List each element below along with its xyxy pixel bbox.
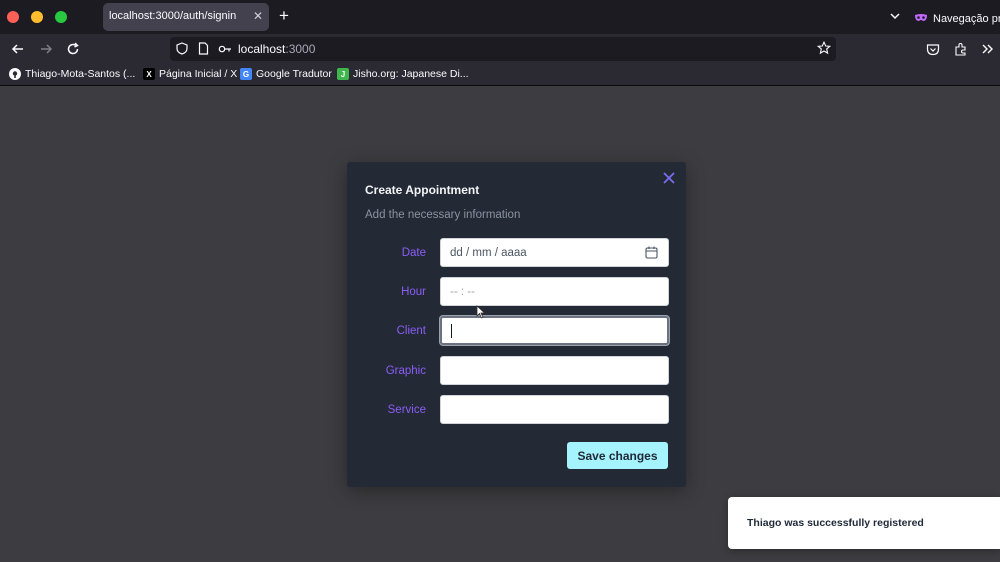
browser-tab[interactable]: localhost:3000/auth/signin ✕	[103, 3, 269, 31]
hour-label: Hour	[401, 286, 426, 298]
github-icon	[9, 68, 21, 80]
toast-message: Thiago was successfully registered	[747, 517, 924, 529]
success-toast[interactable]: Thiago was successfully registered	[728, 497, 1000, 549]
window-maximize-button[interactable]	[55, 11, 67, 23]
private-browsing-indicator: Navegação privada	[914, 10, 1000, 28]
google-translate-icon: G	[240, 68, 252, 80]
page-icon[interactable]	[198, 42, 209, 60]
bookmark-x[interactable]: X Página Inicial / X	[143, 68, 237, 80]
hour-input[interactable]: -- : --	[440, 277, 669, 306]
forward-arrow-icon[interactable]	[37, 40, 55, 58]
url-text: localhost:3000	[238, 42, 315, 56]
address-bar[interactable]: localhost:3000	[170, 37, 836, 61]
modal-title: Create Appointment	[365, 183, 480, 197]
extensions-icon[interactable]	[952, 40, 970, 58]
reload-icon[interactable]	[64, 40, 82, 58]
chevron-down-icon[interactable]	[888, 9, 902, 28]
service-label: Service	[387, 404, 426, 416]
bookmark-label: Thiago-Mota-Santos (...	[25, 68, 136, 80]
url-host: localhost	[238, 42, 286, 56]
client-input[interactable]	[440, 316, 669, 345]
modal-description: Add the necessary information	[365, 209, 521, 221]
shield-icon[interactable]	[176, 42, 188, 60]
private-browsing-label: Navegação privada	[933, 13, 1000, 25]
browser-toolbar: localhost:3000	[0, 34, 1000, 64]
bookmark-jisho[interactable]: J Jisho.org: Japanese Di...	[337, 68, 469, 80]
bookmark-google-translate[interactable]: G Google Tradutor	[240, 68, 332, 80]
client-label: Client	[396, 325, 426, 337]
text-caret	[451, 323, 452, 338]
date-label: Date	[401, 247, 426, 259]
bookmark-github[interactable]: Thiago-Mota-Santos (...	[9, 68, 135, 80]
tab-title: localhost:3000/auth/signin	[109, 10, 237, 22]
date-placeholder: dd / mm / aaaa	[450, 246, 527, 259]
x-logo-icon: X	[143, 68, 155, 80]
private-mask-icon	[914, 10, 928, 28]
mouse-cursor-icon	[476, 305, 486, 324]
bookmark-label: Google Tradutor	[256, 68, 332, 80]
close-icon[interactable]	[662, 171, 676, 185]
graphic-input[interactable]	[440, 356, 669, 385]
bookmark-label: Jisho.org: Japanese Di...	[353, 68, 469, 80]
browser-tab-strip: localhost:3000/auth/signin ✕ + Navegação…	[0, 0, 1000, 34]
tab-close-icon[interactable]: ✕	[253, 9, 263, 23]
bookmark-label: Página Inicial / X	[159, 68, 238, 80]
url-port: :3000	[285, 42, 316, 56]
key-icon[interactable]	[218, 42, 232, 60]
bookmarks-toolbar: Thiago-Mota-Santos (... X Página Inicial…	[0, 64, 1000, 86]
overflow-menu-icon[interactable]	[979, 40, 997, 58]
calendar-icon[interactable]	[645, 246, 658, 262]
create-appointment-modal: Create Appointment Add the necessary inf…	[347, 162, 686, 487]
star-icon[interactable]	[816, 40, 832, 60]
hour-placeholder: -- : --	[450, 285, 475, 298]
date-input[interactable]: dd / mm / aaaa	[440, 238, 669, 267]
graphic-label: Graphic	[385, 365, 426, 377]
new-tab-icon[interactable]: +	[279, 7, 289, 25]
service-input[interactable]	[440, 395, 669, 424]
save-changes-button[interactable]: Save changes	[567, 442, 668, 469]
back-arrow-icon[interactable]	[9, 40, 27, 58]
window-minimize-button[interactable]	[31, 11, 43, 23]
window-close-button[interactable]	[7, 11, 19, 23]
jisho-icon: J	[337, 68, 349, 80]
pocket-icon[interactable]	[924, 40, 942, 58]
